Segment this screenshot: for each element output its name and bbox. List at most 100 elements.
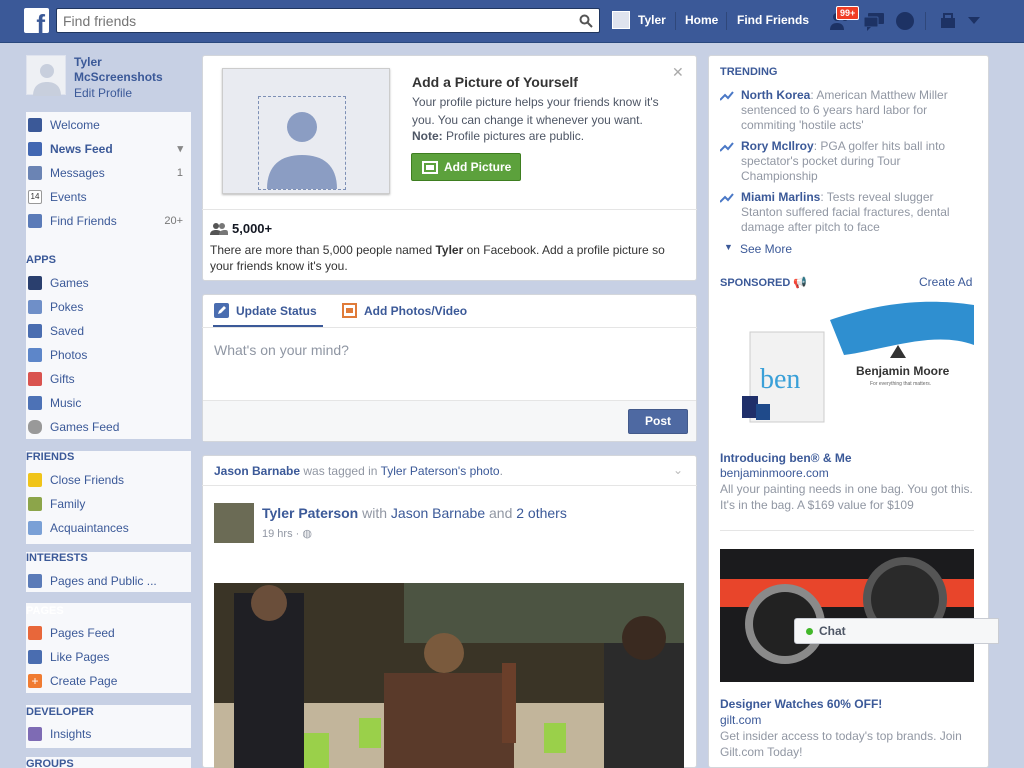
search-icon[interactable]: [579, 14, 593, 28]
trend-topic[interactable]: North Korea: [741, 88, 810, 102]
sidebar-item-pages-feed[interactable]: Pages Feed: [26, 622, 191, 644]
sidebar-item-label: Family: [50, 497, 86, 511]
trend-topic[interactable]: Miami Marlins: [741, 190, 820, 204]
messages-icon[interactable]: [862, 10, 886, 32]
story-owner-link[interactable]: Tyler Paterson's: [381, 464, 467, 478]
megaphone-icon: 📢: [793, 277, 808, 289]
sidebar-item-messages[interactable]: Messages 1: [26, 162, 191, 184]
globe-icon: ◍: [302, 528, 312, 540]
section-heading-pages[interactable]: PAGES: [26, 605, 191, 617]
add-picture-description: Your profile picture helps your friends …: [412, 95, 659, 127]
section-heading-apps[interactable]: APPS: [26, 254, 191, 266]
paint-ad-graphic: ben Benjamin Moore For everything that m…: [742, 301, 974, 423]
sidebar-item-saved[interactable]: Saved: [26, 320, 191, 342]
status-input[interactable]: What's on your mind?: [214, 342, 349, 358]
profile-name[interactable]: Tyler McScreenshots: [74, 55, 174, 85]
sidebar-item-games-feed[interactable]: Games Feed: [26, 416, 191, 438]
insights-chart-icon: [28, 727, 42, 741]
ad-description: All your painting needs in one bag. You …: [720, 482, 973, 512]
tagged-friend-link[interactable]: Jason Barnabe: [391, 505, 485, 521]
ad-image-benjamin-moore[interactable]: ben Benjamin Moore For everything that m…: [720, 300, 974, 442]
silhouette-frame: [258, 96, 346, 190]
music-icon: [28, 396, 42, 410]
nav-profile-link[interactable]: Tyler: [638, 13, 666, 27]
sidebar-item-like-pages[interactable]: Like Pages: [26, 646, 191, 668]
nav-avatar[interactable]: [612, 11, 630, 29]
sidebar-item-pokes[interactable]: Pokes: [26, 296, 191, 318]
sidebar-item-games[interactable]: Games: [26, 272, 191, 294]
close-icon[interactable]: ✕: [672, 64, 684, 81]
nav-home-link[interactable]: Home: [685, 13, 718, 27]
profile-picture[interactable]: [26, 55, 66, 96]
sidebar-item-insights[interactable]: Insights: [26, 723, 191, 745]
story-timestamp[interactable]: 19 hrs · ◍: [262, 527, 312, 540]
games-icon: [28, 276, 42, 290]
sidebar-item-find-friends[interactable]: Find Friends 20+: [26, 210, 191, 232]
sidebar-item-music[interactable]: Music: [26, 392, 191, 414]
search-input[interactable]: [57, 9, 557, 32]
sidebar-item-gifts[interactable]: Gifts: [26, 368, 191, 390]
add-picture-title: Add a Picture of Yourself: [412, 74, 578, 90]
photo-video-icon: [342, 303, 357, 318]
dropdown-chevron-icon[interactable]: ▾: [177, 138, 183, 160]
author-avatar[interactable]: [214, 503, 254, 543]
story-object-link[interactable]: photo: [470, 464, 500, 478]
ad-description: Get insider access to today's top brands…: [720, 729, 962, 759]
section-heading-developer[interactable]: DEVELOPER: [26, 706, 191, 718]
ad-url[interactable]: gilt.com: [720, 713, 761, 727]
sidebar-item-create-page[interactable]: + Create Page: [26, 670, 191, 692]
sidebar-item-family[interactable]: Family: [26, 493, 191, 515]
story-photo[interactable]: [214, 583, 684, 768]
ad-title[interactable]: Introducing ben® & Me: [720, 451, 852, 465]
facebook-logo-icon[interactable]: f: [24, 8, 49, 33]
nav-divider: [675, 12, 676, 30]
nav-divider: [925, 12, 926, 30]
story-options-chevron-icon[interactable]: ⌄: [673, 463, 683, 477]
story-context: Jason Barnabe was tagged in Tyler Paters…: [214, 464, 503, 478]
sidebar-item-news-feed[interactable]: News Feed ▾: [26, 138, 191, 160]
ad-url[interactable]: benjaminmoore.com: [720, 466, 829, 480]
globe-icon[interactable]: [893, 10, 917, 32]
silhouette-icon: [267, 112, 337, 189]
trending-item[interactable]: North Korea: American Matthew Miller sen…: [720, 88, 978, 136]
tab-add-photos-video[interactable]: Add Photos/Video: [364, 304, 467, 318]
section-heading-interests[interactable]: INTERESTS: [26, 552, 191, 564]
chat-tab[interactable]: Chat: [794, 618, 999, 644]
story-actor-link[interactable]: Jason Barnabe: [214, 464, 300, 478]
privacy-shortcuts-icon[interactable]: [938, 10, 958, 32]
trending-item[interactable]: Miami Marlins: Tests reveal slugger Stan…: [720, 190, 978, 238]
ad-title[interactable]: Designer Watches 60% OFF!: [720, 697, 882, 711]
pencil-icon: [214, 303, 229, 318]
author-link[interactable]: Tyler Paterson: [262, 505, 358, 521]
see-more-link[interactable]: See More: [740, 242, 792, 256]
ad-image-watches[interactable]: [720, 549, 974, 682]
trending-item[interactable]: Rory McIlroy: PGA golfer hits ball into …: [720, 139, 978, 187]
search-box[interactable]: [56, 8, 600, 33]
account-menu-chevron-icon[interactable]: [968, 17, 980, 25]
sidebar-item-pages-public[interactable]: Pages and Public ...: [26, 570, 191, 592]
edit-profile-link[interactable]: Edit Profile: [74, 86, 132, 100]
nav-find-friends-link[interactable]: Find Friends: [737, 13, 809, 27]
others-link[interactable]: 2 others: [516, 505, 567, 521]
sidebar-item-welcome[interactable]: Welcome: [26, 114, 191, 136]
sidebar-item-close-friends[interactable]: Close Friends: [26, 469, 191, 491]
default-avatar-icon: [33, 64, 61, 96]
photos-icon: [28, 348, 42, 362]
post-button[interactable]: Post: [628, 409, 688, 434]
add-picture-button[interactable]: Add Picture: [411, 153, 521, 181]
sidebar-item-acquaintances[interactable]: Acquaintances: [26, 517, 191, 539]
section-heading-groups[interactable]: GROUPS: [26, 758, 191, 768]
section-heading-friends[interactable]: FRIENDS: [26, 451, 191, 463]
sidebar-item-events[interactable]: 14 Events: [26, 186, 191, 208]
add-picture-label: Add Picture: [444, 160, 512, 174]
sidebar-item-label: Games Feed: [50, 420, 120, 434]
watches-ad-graphic: [720, 549, 974, 682]
trending-arrow-icon: [720, 193, 734, 203]
notification-badge: 99+: [836, 6, 860, 20]
plus-icon: +: [28, 674, 42, 688]
tab-update-status[interactable]: Update Status: [236, 304, 317, 318]
create-ad-link[interactable]: Create Ad: [919, 275, 972, 289]
sidebar-item-photos[interactable]: Photos: [26, 344, 191, 366]
trend-topic[interactable]: Rory McIlroy: [741, 139, 814, 153]
timestamp-text: 19 hrs ·: [262, 528, 303, 540]
